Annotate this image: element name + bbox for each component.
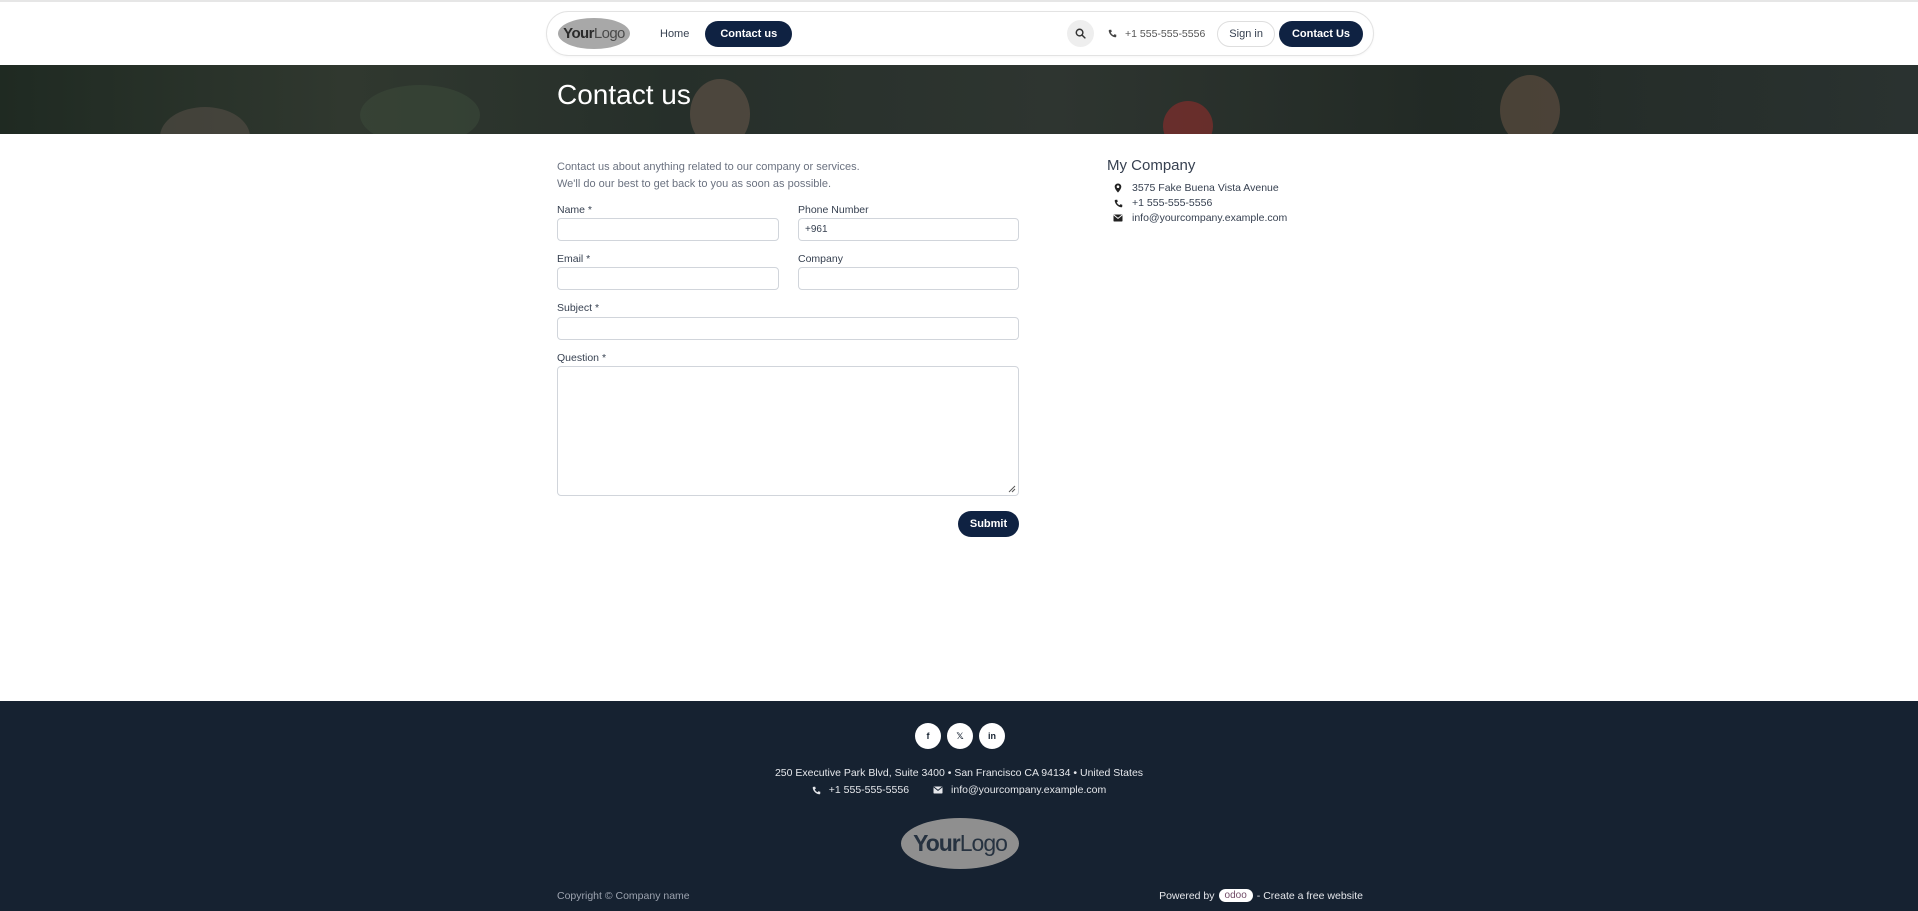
phone-icon (1113, 199, 1123, 208)
header-phone-text: +1 555-555-5556 (1125, 27, 1206, 40)
social-links: f 𝕏 in (915, 723, 1005, 749)
banner-bg-shape (160, 107, 250, 134)
subject-input[interactable] (557, 317, 1019, 340)
banner-bg-shape (1500, 75, 1560, 134)
company-email-link[interactable]: info@yourcompany.example.com (1132, 212, 1287, 224)
footer-contacts: +1 555-555-5556 info@yourcompany.example… (0, 784, 1918, 796)
footer-address: 250 Executive Park Blvd, Suite 3400 • Sa… (774, 767, 1144, 779)
company-phone-row: +1 555-555-5556 (1113, 197, 1212, 209)
banner-bg-shape (1163, 101, 1213, 134)
logo-text-light: Logo (593, 25, 626, 42)
phone-icon (1108, 29, 1117, 38)
facebook-icon[interactable]: f (915, 723, 941, 749)
company-phone-text: +1 555-555-5556 (1132, 197, 1213, 209)
phone-icon (812, 786, 821, 794)
question-textarea[interactable] (557, 366, 1019, 496)
company-address-row: 3575 Fake Buena Vista Avenue (1113, 182, 1279, 194)
nav-home[interactable]: Home (650, 22, 699, 46)
nav-contact-us[interactable]: Contact us (705, 20, 793, 47)
powered-by-prefix: Powered by (1159, 889, 1215, 902)
create-website-link[interactable]: - Create a free website (1257, 890, 1363, 902)
intro-line: We'll do our best to get back to you as … (557, 178, 832, 190)
page-title: Contact us (557, 79, 691, 110)
footer-phone-link[interactable]: +1 555-555-5556 (812, 784, 909, 796)
sign-in-button[interactable]: Sign in (1217, 20, 1275, 47)
odoo-logo-link[interactable]: odoo (1218, 889, 1253, 902)
footer-email-link[interactable]: info@yourcompany.example.com (933, 784, 1106, 796)
company-address-text: 3575 Fake Buena Vista Avenue (1132, 182, 1279, 194)
banner-bg-shape (690, 79, 750, 134)
header-phone-link[interactable]: +1 555-555-5556 (1098, 28, 1213, 40)
contact-intro: Contact us about anything related to our… (557, 159, 860, 193)
copyright-text: Copyright © Company name (557, 890, 690, 902)
footer-logo[interactable]: Your Logo (901, 818, 1019, 869)
linkedin-icon[interactable]: in (979, 723, 1005, 749)
company-input[interactable] (798, 267, 1019, 290)
logo-text-bold: Your (563, 25, 594, 42)
page-banner: Contact us (0, 65, 1918, 134)
company-email-row: info@yourcompany.example.com (1113, 212, 1287, 224)
footer-email-text: info@yourcompany.example.com (951, 784, 1107, 796)
x-twitter-icon[interactable]: 𝕏 (947, 723, 973, 749)
company-name-heading: My Company (1107, 157, 1196, 174)
company-label: Company (798, 253, 843, 265)
email-input[interactable] (557, 267, 779, 290)
subject-label: Subject * (557, 302, 600, 314)
nav-right-group: +1 555-555-5556 Sign in Contact Us (1067, 20, 1363, 47)
phone-label: Phone Number (798, 204, 869, 216)
site-logo[interactable]: Your Logo (558, 18, 630, 49)
banner-bg-shape (360, 85, 480, 134)
footer-phone-text: +1 555-555-5556 (828, 784, 910, 796)
question-label: Question * (557, 352, 607, 364)
envelope-icon (1113, 214, 1123, 222)
top-navbar: Your Logo Home Contact us +1 555-555-5556… (546, 11, 1374, 56)
top-border (0, 0, 1918, 2)
email-label: Email * (557, 253, 591, 265)
footer-logo-light: Logo (959, 830, 1008, 856)
envelope-icon (933, 786, 943, 794)
submit-button[interactable]: Submit (958, 511, 1019, 537)
footer-logo-bold: Your (913, 830, 961, 856)
powered-by: Powered by odoo - Create a free website (1159, 889, 1363, 902)
name-input[interactable] (557, 218, 779, 241)
name-label: Name * (557, 204, 593, 216)
search-icon (1075, 28, 1086, 39)
resize-grip-icon[interactable] (1008, 485, 1016, 493)
main-nav: Home Contact us (650, 20, 793, 47)
search-button[interactable] (1067, 20, 1095, 47)
map-marker-icon (1113, 183, 1123, 193)
contact-us-cta-button[interactable]: Contact Us (1278, 20, 1363, 47)
intro-line: Contact us about anything related to our… (557, 161, 860, 173)
phone-input[interactable]: +961 (798, 218, 1019, 241)
